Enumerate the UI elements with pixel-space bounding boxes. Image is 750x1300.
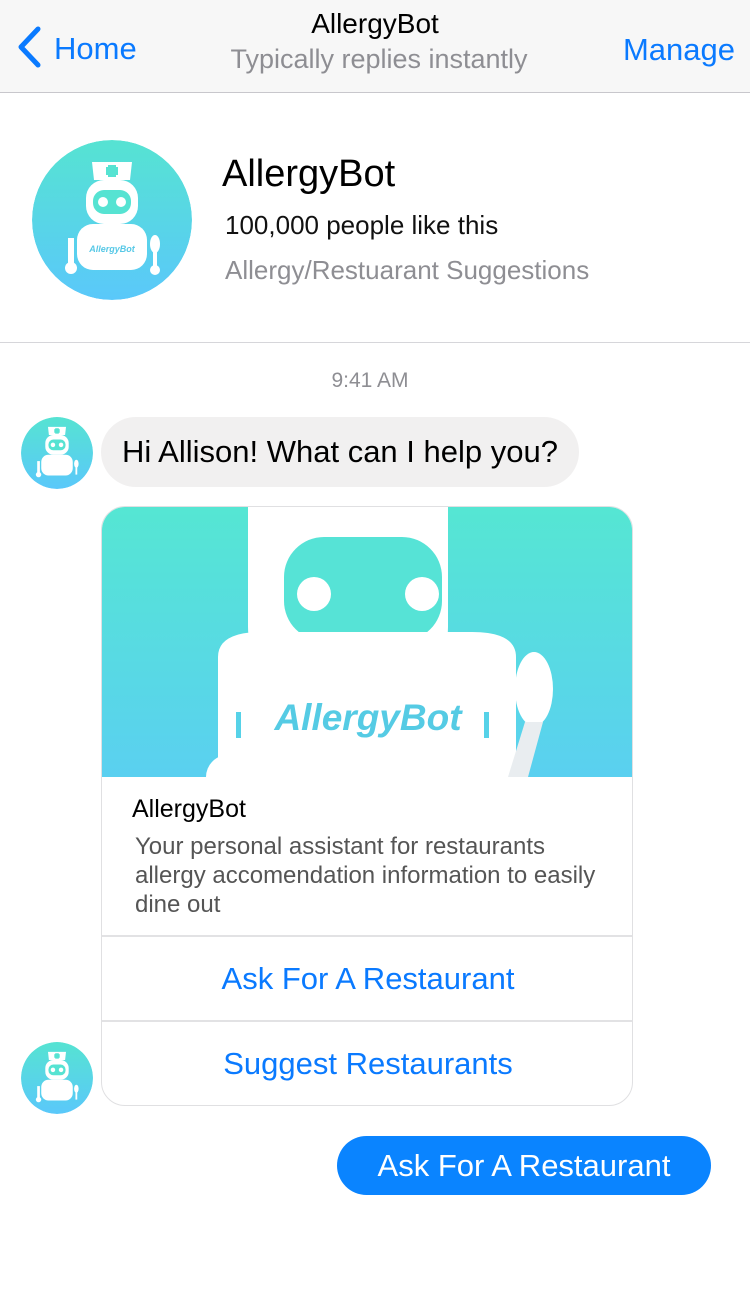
bot-name: AllergyBot (222, 153, 396, 195)
user-message-bubble: Ask For A Restaurant (337, 1136, 711, 1195)
allergybot-logo[interactable]: AllergyBot (32, 140, 192, 300)
bot-profile-header: AllergyBot AllergyBot 100,000 people lik… (0, 93, 750, 343)
bot-message-bubble: Hi Allison! What can I help you? (101, 417, 579, 487)
manage-button[interactable]: Manage (623, 32, 735, 68)
likes-count: 100,000 people like this (225, 210, 499, 240)
bot-category: Allergy/Restuarant Suggestions (225, 255, 590, 285)
ask-for-restaurant-button[interactable]: Ask For A Restaurant (102, 937, 632, 1021)
message-timestamp: 9:41 AM (331, 369, 409, 392)
navigation-bar: Home AllergyBot Typically replies instan… (0, 0, 750, 93)
bot-avatar[interactable] (21, 1042, 93, 1114)
bot-avatar[interactable] (21, 417, 93, 489)
card-title: AllergyBot (132, 795, 246, 823)
card-hero-image: AllergyBot (102, 507, 632, 777)
bot-template-card: AllergyBot AllergyBot Your personal assi… (101, 506, 633, 1106)
card-description: Your personal assistant for restaurants … (135, 833, 596, 918)
card-hero-text: AllergyBot (273, 697, 463, 738)
suggest-restaurants-button[interactable]: Suggest Restaurants (102, 1022, 632, 1105)
logo-text: AllergyBot (88, 244, 136, 254)
